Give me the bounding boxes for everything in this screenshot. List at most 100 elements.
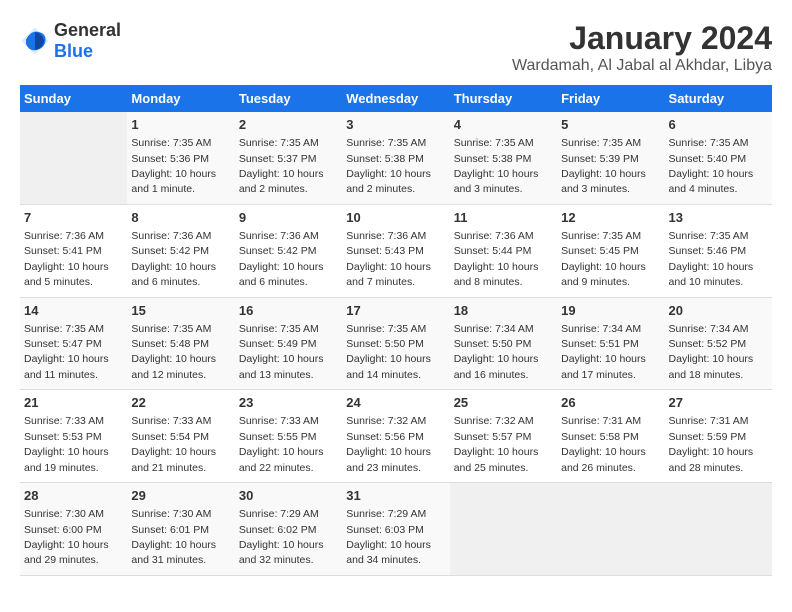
day-cell-w4-d6: 26 Sunrise: 7:31 AM Sunset: 5:58 PM Dayl… (557, 390, 664, 483)
daylight-text: Daylight: 10 hours and 18 minutes. (669, 353, 754, 380)
calendar-title-area: January 2024 Wardamah, Al Jabal al Akhda… (512, 20, 772, 75)
day-cell-w2-d7: 13 Sunrise: 7:35 AM Sunset: 5:46 PM Dayl… (665, 204, 772, 297)
daylight-text: Daylight: 10 hours and 5 minutes. (24, 261, 109, 288)
sunrise-text: Sunrise: 7:35 AM (561, 137, 641, 149)
day-number: 20 (669, 302, 768, 320)
day-cell-w2-d2: 8 Sunrise: 7:36 AM Sunset: 5:42 PM Dayli… (127, 204, 234, 297)
day-cell-w1-d2: 1 Sunrise: 7:35 AM Sunset: 5:36 PM Dayli… (127, 112, 234, 204)
daylight-text: Daylight: 10 hours and 31 minutes. (131, 539, 216, 566)
daylight-text: Daylight: 10 hours and 13 minutes. (239, 353, 324, 380)
day-number: 31 (346, 487, 445, 505)
daylight-text: Daylight: 10 hours and 11 minutes. (24, 353, 109, 380)
daylight-text: Daylight: 10 hours and 9 minutes. (561, 261, 646, 288)
sunrise-text: Sunrise: 7:35 AM (239, 323, 319, 335)
day-number: 18 (454, 302, 553, 320)
day-number: 26 (561, 394, 660, 412)
week-row-1: 1 Sunrise: 7:35 AM Sunset: 5:36 PM Dayli… (20, 112, 772, 204)
sunrise-text: Sunrise: 7:36 AM (24, 230, 104, 242)
sunset-text: Sunset: 5:40 PM (669, 153, 747, 165)
day-number: 30 (239, 487, 338, 505)
sunrise-text: Sunrise: 7:30 AM (24, 508, 104, 520)
day-number: 5 (561, 116, 660, 134)
location-subtitle: Wardamah, Al Jabal al Akhdar, Libya (512, 57, 772, 75)
day-cell-w4-d2: 22 Sunrise: 7:33 AM Sunset: 5:54 PM Dayl… (127, 390, 234, 483)
daylight-text: Daylight: 10 hours and 26 minutes. (561, 446, 646, 473)
day-cell-w4-d1: 21 Sunrise: 7:33 AM Sunset: 5:53 PM Dayl… (20, 390, 127, 483)
day-cell-w5-d2: 29 Sunrise: 7:30 AM Sunset: 6:01 PM Dayl… (127, 483, 234, 576)
daylight-text: Daylight: 10 hours and 34 minutes. (346, 539, 431, 566)
day-cell-w5-d1: 28 Sunrise: 7:30 AM Sunset: 6:00 PM Dayl… (20, 483, 127, 576)
sunset-text: Sunset: 6:03 PM (346, 524, 424, 536)
sunrise-text: Sunrise: 7:35 AM (346, 137, 426, 149)
daylight-text: Daylight: 10 hours and 4 minutes. (669, 168, 754, 195)
day-number: 23 (239, 394, 338, 412)
calendar-table: Sunday Monday Tuesday Wednesday Thursday… (20, 85, 772, 576)
day-number: 17 (346, 302, 445, 320)
daylight-text: Daylight: 10 hours and 10 minutes. (669, 261, 754, 288)
sunrise-text: Sunrise: 7:31 AM (669, 415, 749, 427)
daylight-text: Daylight: 10 hours and 3 minutes. (561, 168, 646, 195)
logo-icon (20, 26, 50, 56)
day-number: 2 (239, 116, 338, 134)
day-number: 12 (561, 209, 660, 227)
daylight-text: Daylight: 10 hours and 21 minutes. (131, 446, 216, 473)
day-number: 15 (131, 302, 230, 320)
sunrise-text: Sunrise: 7:35 AM (24, 323, 104, 335)
sunset-text: Sunset: 5:50 PM (346, 338, 424, 350)
day-cell-w3-d1: 14 Sunrise: 7:35 AM Sunset: 5:47 PM Dayl… (20, 297, 127, 390)
day-number: 25 (454, 394, 553, 412)
sunrise-text: Sunrise: 7:30 AM (131, 508, 211, 520)
sunrise-text: Sunrise: 7:35 AM (131, 323, 211, 335)
day-number: 6 (669, 116, 768, 134)
daylight-text: Daylight: 10 hours and 14 minutes. (346, 353, 431, 380)
day-number: 22 (131, 394, 230, 412)
day-number: 8 (131, 209, 230, 227)
day-cell-w2-d6: 12 Sunrise: 7:35 AM Sunset: 5:45 PM Dayl… (557, 204, 664, 297)
logo-blue-text: Blue (54, 41, 93, 61)
sunset-text: Sunset: 5:39 PM (561, 153, 639, 165)
sunrise-text: Sunrise: 7:29 AM (346, 508, 426, 520)
day-cell-w1-d1 (20, 112, 127, 204)
day-number: 11 (454, 209, 553, 227)
day-cell-w2-d5: 11 Sunrise: 7:36 AM Sunset: 5:44 PM Dayl… (450, 204, 557, 297)
sunset-text: Sunset: 5:47 PM (24, 338, 102, 350)
day-number: 9 (239, 209, 338, 227)
page-header: General Blue January 2024 Wardamah, Al J… (20, 20, 772, 75)
sunrise-text: Sunrise: 7:35 AM (669, 137, 749, 149)
sunset-text: Sunset: 5:56 PM (346, 431, 424, 443)
day-number: 29 (131, 487, 230, 505)
sunset-text: Sunset: 5:38 PM (454, 153, 532, 165)
header-monday: Monday (127, 85, 234, 112)
daylight-text: Daylight: 10 hours and 3 minutes. (454, 168, 539, 195)
sunrise-text: Sunrise: 7:36 AM (131, 230, 211, 242)
sunrise-text: Sunrise: 7:34 AM (669, 323, 749, 335)
week-row-4: 21 Sunrise: 7:33 AM Sunset: 5:53 PM Dayl… (20, 390, 772, 483)
day-number: 3 (346, 116, 445, 134)
sunset-text: Sunset: 6:01 PM (131, 524, 209, 536)
sunset-text: Sunset: 5:38 PM (346, 153, 424, 165)
day-cell-w4-d5: 25 Sunrise: 7:32 AM Sunset: 5:57 PM Dayl… (450, 390, 557, 483)
sunset-text: Sunset: 5:41 PM (24, 245, 102, 257)
daylight-text: Daylight: 10 hours and 19 minutes. (24, 446, 109, 473)
week-row-3: 14 Sunrise: 7:35 AM Sunset: 5:47 PM Dayl… (20, 297, 772, 390)
day-cell-w5-d6 (557, 483, 664, 576)
sunset-text: Sunset: 5:37 PM (239, 153, 317, 165)
day-number: 7 (24, 209, 123, 227)
sunset-text: Sunset: 5:46 PM (669, 245, 747, 257)
day-cell-w5-d3: 30 Sunrise: 7:29 AM Sunset: 6:02 PM Dayl… (235, 483, 342, 576)
sunrise-text: Sunrise: 7:35 AM (669, 230, 749, 242)
day-cell-w2-d1: 7 Sunrise: 7:36 AM Sunset: 5:41 PM Dayli… (20, 204, 127, 297)
sunrise-text: Sunrise: 7:36 AM (239, 230, 319, 242)
sunset-text: Sunset: 5:57 PM (454, 431, 532, 443)
sunset-text: Sunset: 5:59 PM (669, 431, 747, 443)
sunset-text: Sunset: 5:58 PM (561, 431, 639, 443)
sunrise-text: Sunrise: 7:35 AM (131, 137, 211, 149)
week-row-2: 7 Sunrise: 7:36 AM Sunset: 5:41 PM Dayli… (20, 204, 772, 297)
daylight-text: Daylight: 10 hours and 17 minutes. (561, 353, 646, 380)
sunrise-text: Sunrise: 7:29 AM (239, 508, 319, 520)
logo: General Blue (20, 20, 121, 62)
day-cell-w3-d4: 17 Sunrise: 7:35 AM Sunset: 5:50 PM Dayl… (342, 297, 449, 390)
day-cell-w2-d3: 9 Sunrise: 7:36 AM Sunset: 5:42 PM Dayli… (235, 204, 342, 297)
header-saturday: Saturday (665, 85, 772, 112)
sunset-text: Sunset: 5:44 PM (454, 245, 532, 257)
